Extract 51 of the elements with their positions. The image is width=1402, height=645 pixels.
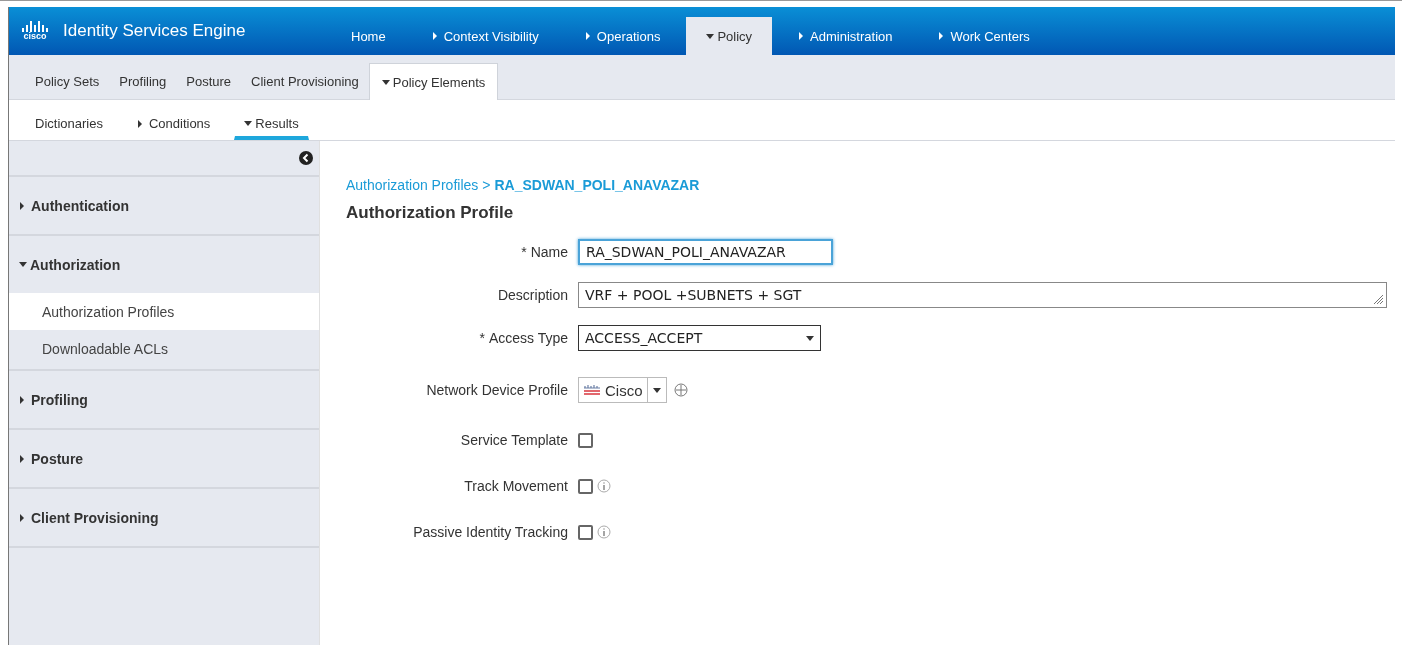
- nav-tab[interactable]: Dictionaries: [25, 106, 113, 140]
- device-profile-dropdown[interactable]: Cisco: [578, 377, 667, 403]
- nav-tab[interactable]: Policy Sets: [25, 63, 110, 99]
- nav-tab[interactable]: Conditions: [126, 106, 221, 140]
- field-label: * Access Type: [478, 330, 568, 346]
- nav-tab[interactable]: Work Centers: [918, 17, 1050, 55]
- sidebar-section[interactable]: Profiling: [9, 371, 319, 430]
- checkbox[interactable]: [578, 432, 593, 448]
- breadcrumb-current: RA_SDWAN_POLI_ANAVAZAR: [494, 177, 700, 193]
- caret-down-icon: [806, 335, 814, 341]
- name-field[interactable]: RA_SDWAN_POLI_ANAVAZAR: [578, 239, 833, 265]
- nav-tab[interactable]: Operations: [564, 17, 681, 55]
- nav-tab[interactable]: Administration: [778, 17, 913, 55]
- access-type-dropdown[interactable]: ACCESS_ACCEPT: [578, 325, 821, 351]
- resize-grip-icon[interactable]: [1372, 293, 1384, 305]
- nav-tab[interactable]: Posture: [176, 63, 242, 99]
- caret-down-icon: [19, 262, 27, 267]
- logo-text: cisco: [23, 32, 47, 41]
- caret-right-icon: [19, 201, 25, 210]
- collapse-icon[interactable]: [299, 151, 313, 165]
- description-field[interactable]: VRF + POOL +SUBNETS + SGT: [578, 282, 1387, 308]
- checkbox[interactable]: [578, 524, 593, 540]
- page-title: Authorization Profile: [346, 203, 515, 223]
- sidebar-section[interactable]: Client Provisioning: [9, 489, 319, 548]
- nav-tab[interactable]: Policy: [686, 17, 773, 55]
- nav-tab[interactable]: Client Provisioning: [241, 63, 369, 99]
- field-label: Network Device Profile: [425, 382, 568, 398]
- caret-right-icon: [19, 513, 25, 522]
- sidebar-item[interactable]: Authorization Profiles: [9, 293, 319, 330]
- checkbox[interactable]: [578, 478, 593, 494]
- cisco-device-icon: [583, 384, 601, 396]
- sidebar-section[interactable]: Posture: [9, 430, 319, 489]
- product-name: Identity Services Engine: [63, 21, 246, 41]
- nav-tab[interactable]: Context Visibility: [411, 17, 559, 55]
- field-label: * Name: [520, 244, 568, 260]
- sidebar-item[interactable]: Downloadable ACLs: [9, 330, 319, 367]
- sidebar-section[interactable]: Authentication: [9, 177, 319, 236]
- add-icon[interactable]: [672, 382, 689, 398]
- nav-tab[interactable]: Home: [331, 17, 406, 55]
- caret-right-icon: [19, 454, 25, 463]
- caret-right-icon: [19, 395, 25, 404]
- field-label: Passive Identity Tracking: [412, 524, 568, 540]
- sidebar-section[interactable]: Authorization: [9, 236, 319, 293]
- field-label: Description: [496, 287, 568, 303]
- breadcrumb-separator: >: [482, 177, 491, 193]
- field-label: Service Template: [459, 432, 568, 448]
- logo-icon: [21, 21, 49, 32]
- nav-tab[interactable]: Policy Elements: [368, 63, 499, 100]
- nav-tab[interactable]: Profiling: [109, 63, 177, 99]
- caret-down-icon: [652, 387, 661, 393]
- field-label: Track Movement: [463, 478, 568, 494]
